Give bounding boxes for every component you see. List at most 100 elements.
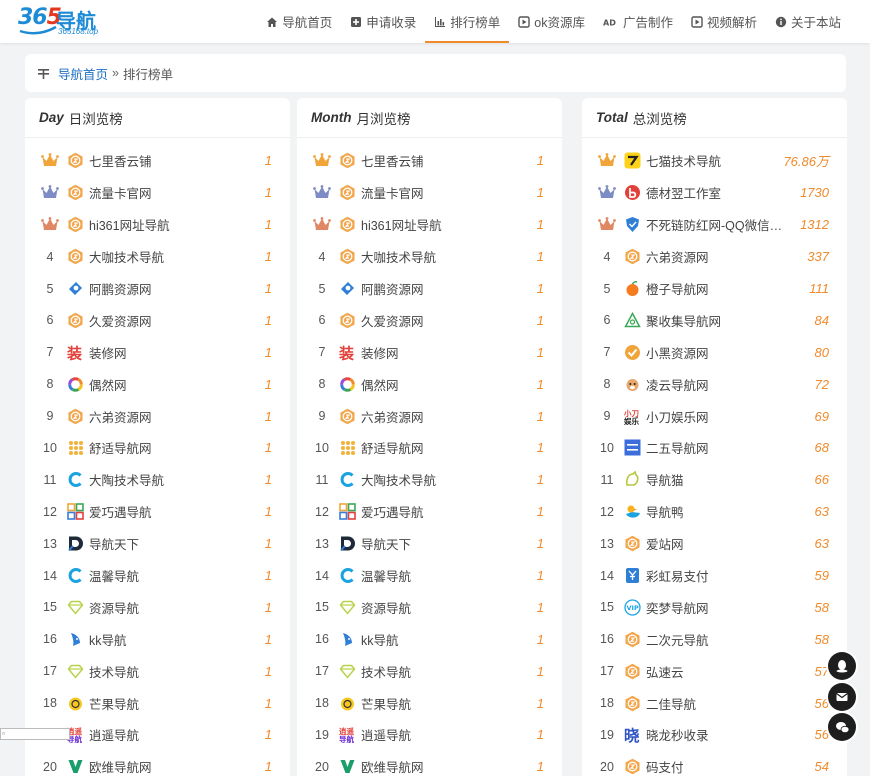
site-name-link[interactable]: 导航鸭 bbox=[646, 502, 809, 521]
breadcrumb-home-link[interactable]: 导航首页 bbox=[58, 64, 108, 83]
month-rank-row[interactable]: 11 大陶技术导航 1 bbox=[297, 464, 562, 496]
month-rank-row[interactable]: 14 温馨导航 1 bbox=[297, 560, 562, 592]
total-rank-row[interactable]: 11 导航猫 66 bbox=[582, 464, 847, 496]
site-name-link[interactable]: 奕梦导航网 bbox=[646, 598, 809, 617]
day-rank-row[interactable]: 6 久爱资源网 1 bbox=[25, 304, 290, 336]
total-rank-row[interactable]: 16 二次元导航 58 bbox=[582, 623, 847, 655]
site-name-link[interactable]: 逍遥导航 bbox=[89, 725, 259, 744]
site-name-link[interactable]: 舒适导航网 bbox=[361, 438, 531, 457]
total-rank-row[interactable]: 5 橙子导航网 111 bbox=[582, 273, 847, 305]
site-name-link[interactable]: 大陶技术导航 bbox=[89, 470, 259, 489]
site-name-link[interactable]: 温馨导航 bbox=[361, 566, 531, 585]
site-name-link[interactable]: 德材翌工作室 bbox=[646, 183, 794, 202]
site-name-link[interactable]: 偶然网 bbox=[361, 375, 531, 394]
total-rank-row[interactable]: 9 小刀 娱乐 小刀娱乐网 69 bbox=[582, 400, 847, 432]
total-rank-row[interactable]: 不死链防红网-QQ微信网址安全检测 1312 bbox=[582, 209, 847, 241]
total-rank-row[interactable]: 13 爱站网 63 bbox=[582, 528, 847, 560]
month-rank-row[interactable]: 16 kk导航 1 bbox=[297, 623, 562, 655]
month-rank-row[interactable]: 19 逍遥 导航 逍遥导航 1 bbox=[297, 719, 562, 751]
month-rank-row[interactable]: 7 装装修网 1 bbox=[297, 336, 562, 368]
site-name-link[interactable]: 二次元导航 bbox=[646, 630, 809, 649]
site-name-link[interactable]: hi361网址导航 bbox=[361, 215, 531, 234]
site-name-link[interactable]: 大咖技术导航 bbox=[361, 247, 531, 266]
day-rank-row[interactable]: 7 装装修网 1 bbox=[25, 336, 290, 368]
site-name-link[interactable]: hi361网址导航 bbox=[89, 215, 259, 234]
day-rank-row[interactable]: 17 技术导航 1 bbox=[25, 655, 290, 687]
site-name-link[interactable]: 欧维导航网 bbox=[89, 757, 259, 776]
month-rank-row[interactable]: 5 阿鹏资源网 1 bbox=[297, 273, 562, 305]
site-name-link[interactable]: 导航天下 bbox=[361, 534, 531, 553]
site-name-link[interactable]: 七里香云铺 bbox=[89, 151, 259, 170]
site-name-link[interactable]: 二五导航网 bbox=[646, 438, 809, 457]
site-name-link[interactable]: 阿鹏资源网 bbox=[89, 279, 259, 298]
month-rank-row[interactable]: 七里香云铺 1 bbox=[297, 145, 562, 177]
day-rank-row[interactable]: 七里香云铺 1 bbox=[25, 145, 290, 177]
site-name-link[interactable]: 爱巧遇导航 bbox=[89, 502, 259, 521]
site-name-link[interactable]: 爱巧遇导航 bbox=[361, 502, 531, 521]
total-rank-row[interactable]: 12 导航鸭 63 bbox=[582, 496, 847, 528]
site-name-link[interactable]: 二佳导航 bbox=[646, 694, 809, 713]
month-rank-row[interactable]: 12 爱巧遇导航 1 bbox=[297, 496, 562, 528]
nav-item-5[interactable]: 视频解析 bbox=[682, 0, 766, 43]
day-rank-row[interactable]: 12 爱巧遇导航 1 bbox=[25, 496, 290, 528]
month-rank-row[interactable]: 13 导航天下 1 bbox=[297, 528, 562, 560]
total-rank-row[interactable]: 15 VIP 奕梦导航网 58 bbox=[582, 591, 847, 623]
site-name-link[interactable]: 不死链防红网-QQ微信网址安全检测 bbox=[646, 215, 794, 234]
site-name-link[interactable]: 码支付 bbox=[646, 757, 809, 776]
total-rank-row[interactable]: 4 六弟资源网 337 bbox=[582, 241, 847, 273]
day-rank-row[interactable]: 13 导航天下 1 bbox=[25, 528, 290, 560]
site-name-link[interactable]: 聚收集导航网 bbox=[646, 311, 809, 330]
day-rank-row[interactable]: 5 阿鹏资源网 1 bbox=[25, 273, 290, 305]
day-rank-row[interactable]: 11 大陶技术导航 1 bbox=[25, 464, 290, 496]
site-name-link[interactable]: 爱站网 bbox=[646, 534, 809, 553]
site-name-link[interactable]: 流量卡官网 bbox=[361, 183, 531, 202]
site-name-link[interactable]: 大陶技术导航 bbox=[361, 470, 531, 489]
total-rank-row[interactable]: 14 彩虹易支付 59 bbox=[582, 560, 847, 592]
month-rank-row[interactable]: hi361网址导航 1 bbox=[297, 209, 562, 241]
month-rank-row[interactable]: 17 技术导航 1 bbox=[297, 655, 562, 687]
month-rank-row[interactable]: 流量卡官网 1 bbox=[297, 177, 562, 209]
day-rank-row[interactable]: hi361网址导航 1 bbox=[25, 209, 290, 241]
site-name-link[interactable]: 芒果导航 bbox=[89, 694, 259, 713]
month-rank-row[interactable]: 20 欧维导航网 1 bbox=[297, 751, 562, 776]
site-name-link[interactable]: 久爱资源网 bbox=[361, 311, 531, 330]
site-name-link[interactable]: 七里香云铺 bbox=[361, 151, 531, 170]
nav-item-4[interactable]: AD 广告制作 bbox=[594, 0, 682, 43]
day-rank-row[interactable]: 流量卡官网 1 bbox=[25, 177, 290, 209]
site-name-link[interactable]: 六弟资源网 bbox=[361, 407, 531, 426]
site-name-link[interactable]: 橙子导航网 bbox=[646, 279, 803, 298]
month-rank-row[interactable]: 4 大咖技术导航 1 bbox=[297, 241, 562, 273]
site-name-link[interactable]: 流量卡官网 bbox=[89, 183, 259, 202]
day-rank-row[interactable]: 4 大咖技术导航 1 bbox=[25, 241, 290, 273]
day-rank-row[interactable]: 10 舒适导航网 1 bbox=[25, 432, 290, 464]
wechat-float-button[interactable] bbox=[828, 713, 856, 741]
total-rank-row[interactable]: 8 凌云导航网 72 bbox=[582, 368, 847, 400]
total-rank-row[interactable]: 七猫技术导航 76.86万 bbox=[582, 145, 847, 177]
site-name-link[interactable]: 久爱资源网 bbox=[89, 311, 259, 330]
day-rank-row[interactable]: 8 偶然网 1 bbox=[25, 368, 290, 400]
nav-item-6[interactable]: 关于本站 bbox=[766, 0, 850, 43]
site-name-link[interactable]: 装修网 bbox=[361, 343, 531, 362]
total-rank-row[interactable]: 10 二五导航网 68 bbox=[582, 432, 847, 464]
total-rank-row[interactable]: 德材翌工作室 1730 bbox=[582, 177, 847, 209]
site-name-link[interactable]: 欧维导航网 bbox=[361, 757, 531, 776]
month-rank-row[interactable]: 10 舒适导航网 1 bbox=[297, 432, 562, 464]
site-name-link[interactable]: 小刀娱乐网 bbox=[646, 407, 809, 426]
site-name-link[interactable]: 舒适导航网 bbox=[89, 438, 259, 457]
site-name-link[interactable]: 导航猫 bbox=[646, 470, 809, 489]
site-name-link[interactable]: 彩虹易支付 bbox=[646, 566, 809, 585]
site-name-link[interactable]: 导航天下 bbox=[89, 534, 259, 553]
nav-item-0[interactable]: 导航首页 bbox=[257, 0, 341, 43]
site-name-link[interactable]: 大咖技术导航 bbox=[89, 247, 259, 266]
site-name-link[interactable]: 温馨导航 bbox=[89, 566, 259, 585]
site-name-link[interactable]: kk导航 bbox=[361, 630, 531, 649]
total-rank-row[interactable]: 6 聚收集导航网 84 bbox=[582, 304, 847, 336]
total-rank-row[interactable]: 20 码支付 54 bbox=[582, 751, 847, 776]
site-name-link[interactable]: 小黑资源网 bbox=[646, 343, 809, 362]
nav-item-3[interactable]: ok资源库 bbox=[509, 0, 594, 43]
site-name-link[interactable]: 六弟资源网 bbox=[646, 247, 801, 266]
site-name-link[interactable]: 装修网 bbox=[89, 343, 259, 362]
site-name-link[interactable]: 技术导航 bbox=[89, 662, 259, 681]
site-name-link[interactable]: 芒果导航 bbox=[361, 694, 531, 713]
site-name-link[interactable]: 资源导航 bbox=[361, 598, 531, 617]
